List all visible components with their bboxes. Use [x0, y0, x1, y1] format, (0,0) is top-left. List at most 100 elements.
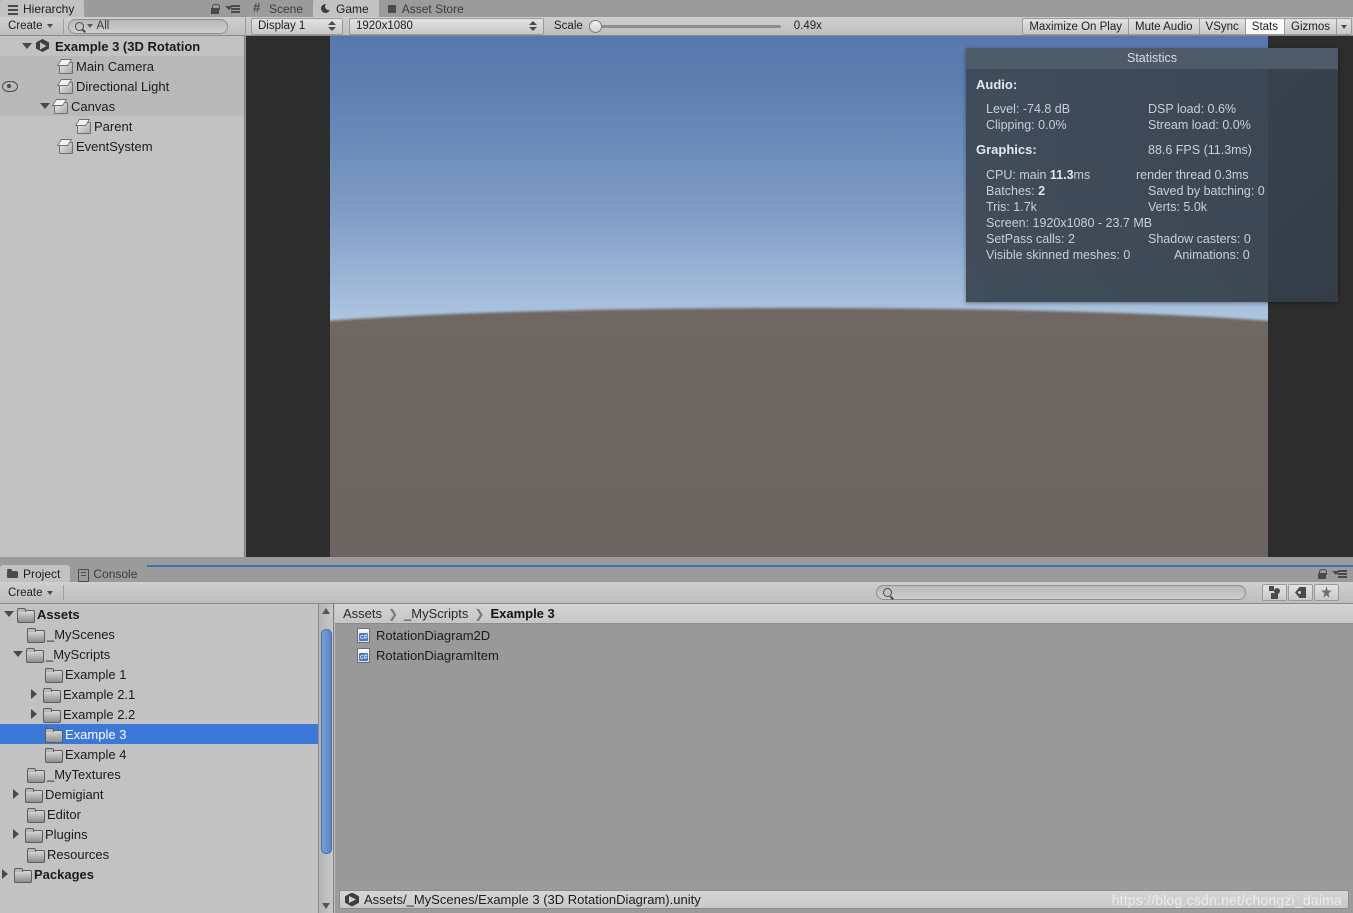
panel-menu-icon[interactable] [1332, 568, 1347, 579]
project-create-label: Create [8, 586, 43, 599]
project-folder-tree: Assets _MyScenes _MyScripts Example 1 Ex… [0, 604, 334, 913]
folder-row-example-3[interactable]: Example 3 [0, 724, 333, 744]
toolbar-divider [62, 18, 64, 34]
verts: Verts: 5.0k [1148, 200, 1208, 214]
graphics-section-heading: Graphics: [976, 142, 1037, 157]
audio-section-heading: Audio: [976, 77, 1018, 92]
visibility-eye-icon[interactable] [2, 80, 18, 92]
mute-audio-button[interactable]: Mute Audio [1129, 18, 1200, 35]
folder-label: _MyScenes [47, 626, 115, 642]
chevron-down-icon[interactable] [40, 103, 50, 109]
folder-row-example-2-1[interactable]: Example 2.1 [0, 684, 333, 704]
resolution-dropdown[interactable]: 1920x1080 [349, 17, 544, 35]
gizmos-dropdown-button[interactable] [1337, 18, 1352, 35]
asset-row-rotationdiagram2d[interactable]: RotationDiagram2D [335, 625, 1353, 645]
folder-row-plugins[interactable]: Plugins [0, 824, 333, 844]
scroll-down-arrow-icon[interactable] [322, 903, 330, 909]
hierarchy-header-icons [209, 3, 240, 14]
folder-label: Example 1 [65, 666, 127, 682]
chevron-right-icon[interactable] [2, 869, 8, 879]
favorites-button[interactable] [1314, 584, 1339, 601]
chevron-right-icon[interactable] [31, 709, 37, 719]
folder-row-assets[interactable]: Assets [0, 604, 333, 624]
chevron-right-icon[interactable] [13, 789, 19, 799]
folder-icon [27, 847, 45, 863]
tab-game[interactable]: Game [313, 0, 379, 17]
audio-stream-load: Stream load: 0.0% [1148, 118, 1251, 132]
game-icon [320, 2, 333, 15]
asset-list[interactable]: RotationDiagram2D RotationDiagramItem [335, 625, 1353, 886]
panel-menu-icon[interactable] [225, 3, 240, 14]
folder-row-packages[interactable]: Packages [0, 864, 333, 884]
folder-row-resources[interactable]: Resources [0, 844, 333, 864]
asset-row-rotationdiagramitem[interactable]: RotationDiagramItem [335, 645, 1353, 665]
display-dropdown[interactable]: Display 1 [251, 17, 343, 35]
hierarchy-toolbar: Create All [0, 17, 245, 36]
project-tree-scrollbar[interactable] [318, 604, 333, 913]
hierarchy-scene-root[interactable]: Example 3 (3D Rotation [0, 36, 244, 56]
hierarchy-tree: Example 3 (3D Rotation Main Camera Direc… [0, 36, 244, 557]
stat-row: Visible skinned meshes: 0 Animations: 0 [976, 247, 1328, 263]
breadcrumb-item-myscripts[interactable]: _MyScripts [404, 606, 468, 621]
stats-button[interactable]: Stats [1245, 18, 1286, 35]
folder-icon [43, 687, 61, 703]
maximize-on-play-button[interactable]: Maximize On Play [1022, 18, 1129, 35]
hierarchy-item-main-camera[interactable]: Main Camera [0, 56, 244, 76]
folder-label: Resources [47, 846, 110, 862]
chevron-right-icon[interactable] [13, 829, 19, 839]
lock-icon[interactable] [1316, 568, 1327, 579]
tab-project[interactable]: Project [0, 565, 71, 582]
tab-game-label: Game [336, 1, 369, 16]
hierarchy-item-label: Main Camera [76, 58, 155, 74]
scale-slider[interactable] [588, 19, 781, 33]
asset-type-filter-button[interactable] [1262, 584, 1287, 601]
statistics-body: Audio: Level: -74.8 dB DSP load: 0.6% Cl… [966, 69, 1338, 263]
chevron-down-icon[interactable] [13, 651, 23, 657]
tab-console[interactable]: Console [70, 565, 148, 582]
folder-label: Demigiant [45, 786, 104, 802]
tab-asset-store[interactable]: Asset Store [378, 0, 474, 17]
csharp-script-icon [357, 627, 370, 643]
breadcrumb-item-assets[interactable]: Assets [343, 606, 382, 621]
chevron-down-icon[interactable] [22, 43, 32, 49]
scroll-up-arrow-icon[interactable] [322, 608, 330, 614]
chevron-down-icon[interactable] [4, 611, 14, 617]
render-thread: render thread 0.3ms [1136, 168, 1249, 182]
hierarchy-search-input[interactable]: All [67, 18, 228, 34]
hierarchy-item-canvas[interactable]: Canvas [0, 96, 244, 116]
status-bar-content[interactable]: Assets/_MyScenes/Example 3 (3D RotationD… [339, 890, 1349, 909]
folder-row-myscripts[interactable]: _MyScripts [0, 644, 333, 664]
breadcrumb-item-example-3[interactable]: Example 3 [490, 606, 554, 621]
stat-row: Batches: 2 Saved by batching: 0 [976, 183, 1328, 199]
hierarchy-create-button[interactable]: Create [2, 18, 59, 35]
tab-hierarchy[interactable]: Hierarchy [0, 0, 85, 17]
folder-row-demigiant[interactable]: Demigiant [0, 784, 333, 804]
statistics-overlay[interactable]: Statistics Audio: Level: -74.8 dB DSP lo… [966, 48, 1338, 302]
project-tree-scroll-thumb[interactable] [321, 629, 332, 854]
project-search-input[interactable] [876, 585, 1246, 600]
vsync-button[interactable]: VSync [1199, 18, 1246, 35]
folder-row-example-1[interactable]: Example 1 [0, 664, 333, 684]
folder-row-example-4[interactable]: Example 4 [0, 744, 333, 764]
folder-label: Editor [47, 806, 81, 822]
hierarchy-item-eventsystem[interactable]: EventSystem [0, 136, 244, 156]
folder-row-editor[interactable]: Editor [0, 804, 333, 824]
ground-plane [330, 308, 1268, 557]
project-create-button[interactable]: Create [2, 584, 59, 601]
folder-row-example-2-2[interactable]: Example 2.2 [0, 704, 333, 724]
hierarchy-item-parent[interactable]: Parent [0, 116, 244, 136]
folder-label: Example 3 [65, 726, 127, 742]
hierarchy-item-directional-light[interactable]: Directional Light [0, 76, 244, 96]
folder-icon [17, 607, 35, 623]
unity-scene-icon [35, 38, 51, 54]
tab-scene[interactable]: Scene [246, 0, 314, 17]
scene-icon [253, 0, 265, 15]
folder-row-myscenes[interactable]: _MyScenes [0, 624, 333, 644]
label-filter-button[interactable] [1288, 584, 1313, 601]
lock-icon[interactable] [209, 3, 220, 14]
scale-slider-knob[interactable] [588, 19, 602, 33]
gizmos-button[interactable]: Gizmos [1285, 18, 1337, 35]
chevron-right-icon[interactable] [31, 689, 37, 699]
folder-row-mytextures[interactable]: _MyTextures [0, 764, 333, 784]
